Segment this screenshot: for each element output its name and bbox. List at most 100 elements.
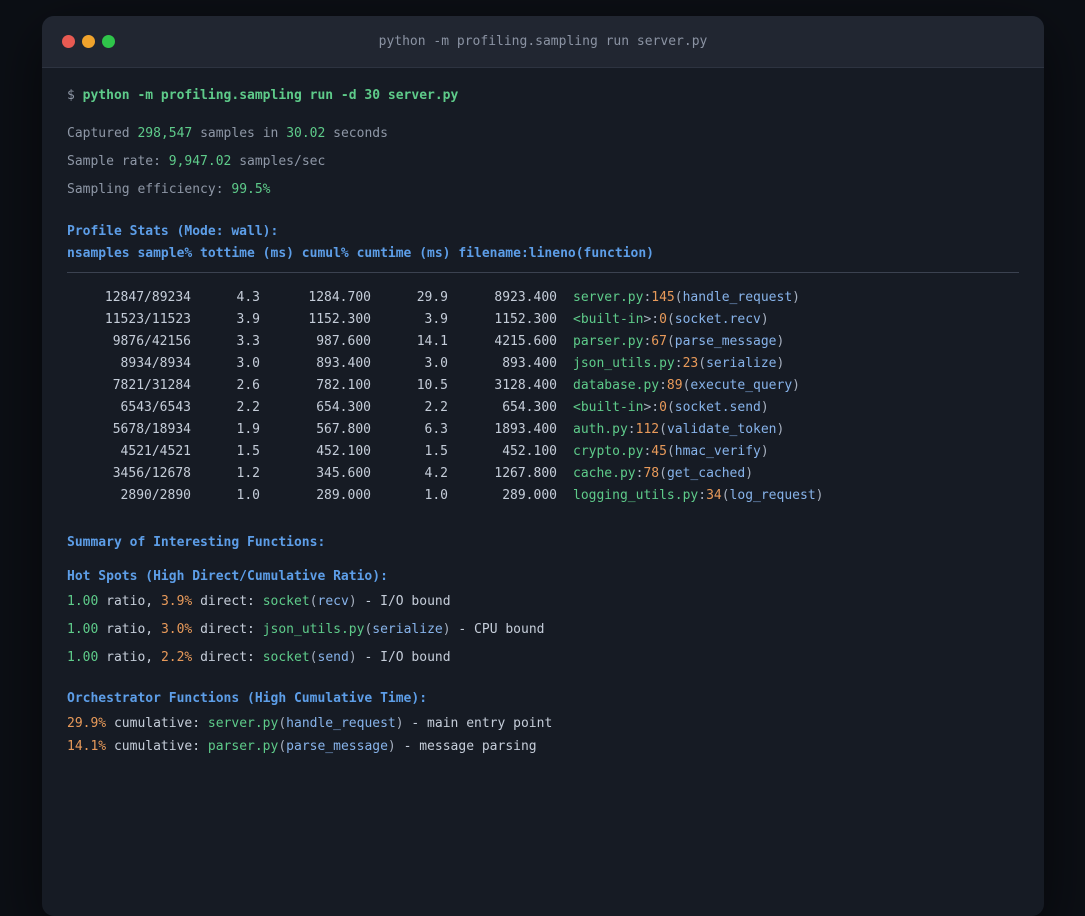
orchestrator-line: 29.9% cumulative: server.py(handle_reque… bbox=[67, 716, 553, 731]
nsamples-value: 5678/18934 bbox=[112, 422, 191, 437]
profile-table: 12847/89234 4.3 1284.700 29.9 8923.400 server… bbox=[67, 287, 1019, 507]
nsamples-value: 9876/42156 bbox=[112, 334, 191, 349]
cumtime-value: 452.100 bbox=[502, 444, 557, 459]
sample-rate-value: 9,947.02 bbox=[168, 154, 232, 169]
cumul-pct-value: 1.5 bbox=[424, 444, 448, 459]
sample-pct-value: 2.6 bbox=[236, 378, 260, 393]
function-location: parser.py:67(parse_message) bbox=[573, 334, 785, 349]
maximize-button[interactable] bbox=[102, 35, 115, 48]
cumul-pct-value: 6.3 bbox=[424, 422, 448, 437]
function-location: <built-in>:0(socket.recv) bbox=[573, 312, 769, 327]
ratio-value: 1.00 bbox=[67, 650, 99, 665]
orchestrator-title: Orchestrator Functions (High Cumulative … bbox=[67, 691, 428, 706]
table-row: 8934/8934 3.0 893.400 3.0 893.400 json_utils.… bbox=[67, 353, 1019, 375]
hot-spot-note: - I/O bound bbox=[364, 650, 451, 665]
shell-prompt: $ bbox=[67, 88, 75, 103]
tottime-value: 345.600 bbox=[316, 466, 371, 481]
command-line: $ python -m profiling.sampling run -d 30… bbox=[67, 86, 1019, 106]
function-location: <built-in>:0(socket.send) bbox=[573, 400, 769, 415]
tottime-value: 987.600 bbox=[316, 334, 371, 349]
sample-pct-value: 1.0 bbox=[236, 488, 260, 503]
nsamples-value: 8934/8934 bbox=[120, 356, 191, 371]
sample-pct-value: 1.5 bbox=[236, 444, 260, 459]
cumtime-value: 654.300 bbox=[502, 400, 557, 415]
table-row: 2890/2890 1.0 289.000 1.0 289.000 logging_uti… bbox=[67, 485, 1019, 507]
table-row: 7821/31284 2.6 782.100 10.5 3128.400 database… bbox=[67, 375, 1019, 397]
table-divider bbox=[67, 272, 1019, 273]
hot-spot-line: 1.00 ratio, 3.9% direct: socket(recv) - … bbox=[67, 594, 451, 609]
sample-pct-value: 4.3 bbox=[236, 290, 260, 305]
tottime-value: 654.300 bbox=[316, 400, 371, 415]
hot-spot-function: socket(send) bbox=[262, 650, 357, 665]
ratio-value: 1.00 bbox=[67, 622, 99, 637]
function-location: cache.py:78(get_cached) bbox=[573, 466, 754, 481]
sample-pct-value: 2.2 bbox=[236, 400, 260, 415]
direct-pct-value: 3.9% bbox=[160, 594, 193, 609]
cumul-pct-value: 2.2 bbox=[424, 400, 448, 415]
captured-stat-line: Captured 298,547 samples in 30.02 second… bbox=[67, 126, 388, 141]
function-location: logging_utils.py:34(log_request) bbox=[573, 488, 824, 503]
nsamples-value: 3456/12678 bbox=[112, 466, 191, 481]
tottime-value: 452.100 bbox=[316, 444, 371, 459]
hot-spot-line: 1.00 ratio, 2.2% direct: socket(send) - … bbox=[67, 650, 451, 665]
cumtime-value: 1267.800 bbox=[494, 466, 557, 481]
table-header: nsamples sample% tottime (ms) cumul% cum… bbox=[67, 246, 654, 261]
cumtime-value: 4215.600 bbox=[494, 334, 557, 349]
sample-pct-value: 3.3 bbox=[236, 334, 260, 349]
efficiency-line: Sampling efficiency: 99.5% bbox=[67, 182, 271, 197]
hot-spots-title: Hot Spots (High Direct/Cumulative Ratio)… bbox=[67, 569, 388, 584]
table-row: 9876/42156 3.3 987.600 14.1 4215.600 parser.p… bbox=[67, 331, 1019, 353]
tottime-value: 1152.300 bbox=[308, 312, 371, 327]
cumtime-value: 1893.400 bbox=[494, 422, 557, 437]
sample-pct-value: 3.0 bbox=[236, 356, 260, 371]
function-location: server.py:145(handle_request) bbox=[573, 290, 800, 305]
tottime-value: 782.100 bbox=[316, 378, 371, 393]
ratio-value: 1.00 bbox=[67, 594, 99, 609]
function-location: json_utils.py:23(serialize) bbox=[573, 356, 785, 371]
nsamples-value: 12847/89234 bbox=[104, 290, 191, 305]
cumul-pct-value: 3.9 bbox=[424, 312, 448, 327]
table-row: 5678/18934 1.9 567.800 6.3 1893.400 auth.py:1… bbox=[67, 419, 1019, 441]
nsamples-value: 2890/2890 bbox=[120, 488, 191, 503]
command-text: python -m profiling.sampling run -d 30 s… bbox=[82, 88, 459, 103]
sample-rate-line: Sample rate: 9,947.02 samples/sec bbox=[67, 154, 326, 169]
sample-pct-value: 1.2 bbox=[236, 466, 260, 481]
minimize-button[interactable] bbox=[82, 35, 95, 48]
hot-spot-note: - I/O bound bbox=[364, 594, 451, 609]
close-button[interactable] bbox=[62, 35, 75, 48]
efficiency-value: 99.5% bbox=[231, 182, 271, 197]
terminal-output[interactable]: $ python -m profiling.sampling run -d 30… bbox=[42, 68, 1044, 757]
duration-seconds: 30.02 bbox=[286, 126, 326, 141]
nsamples-value: 4521/4521 bbox=[120, 444, 191, 459]
function-location: database.py:89(execute_query) bbox=[573, 378, 800, 393]
cumul-pct-value: 29.9 bbox=[416, 290, 448, 305]
nsamples-value: 11523/11523 bbox=[104, 312, 191, 327]
cumul-pct-value: 1.0 bbox=[424, 488, 448, 503]
window-titlebar: python -m profiling.sampling run server.… bbox=[42, 16, 1044, 68]
hot-spot-note: - CPU bound bbox=[458, 622, 545, 637]
table-row: 12847/89234 4.3 1284.700 29.9 8923.400 server… bbox=[67, 287, 1019, 309]
table-row: 11523/11523 3.9 1152.300 3.9 1152.300 <built-… bbox=[67, 309, 1019, 331]
cumulative-pct-value: 29.9% bbox=[67, 716, 107, 731]
tottime-value: 1284.700 bbox=[308, 290, 371, 305]
orchestrator-function: server.py(handle_request) bbox=[207, 716, 404, 731]
cumtime-value: 289.000 bbox=[502, 488, 557, 503]
direct-pct-value: 3.0% bbox=[160, 622, 193, 637]
profile-stats-title: Profile Stats (Mode: wall): bbox=[67, 224, 279, 239]
sample-pct-value: 1.9 bbox=[236, 422, 260, 437]
cumtime-value: 8923.400 bbox=[494, 290, 557, 305]
table-row: 4521/4521 1.5 452.100 1.5 452.100 crypto.py:4… bbox=[67, 441, 1019, 463]
cumtime-value: 3128.400 bbox=[494, 378, 557, 393]
summary-title: Summary of Interesting Functions: bbox=[67, 535, 326, 550]
function-location: auth.py:112(validate_token) bbox=[573, 422, 785, 437]
nsamples-value: 6543/6543 bbox=[120, 400, 191, 415]
table-row: 3456/12678 1.2 345.600 4.2 1267.800 cache.py:… bbox=[67, 463, 1019, 485]
nsamples-value: 7821/31284 bbox=[112, 378, 191, 393]
cumul-pct-value: 14.1 bbox=[416, 334, 448, 349]
cumul-pct-value: 4.2 bbox=[424, 466, 448, 481]
traffic-lights bbox=[62, 35, 135, 48]
hot-spot-function: socket(recv) bbox=[262, 594, 357, 609]
sample-pct-value: 3.9 bbox=[236, 312, 260, 327]
direct-pct-value: 2.2% bbox=[160, 650, 193, 665]
window-title: python -m profiling.sampling run server.… bbox=[378, 34, 708, 49]
